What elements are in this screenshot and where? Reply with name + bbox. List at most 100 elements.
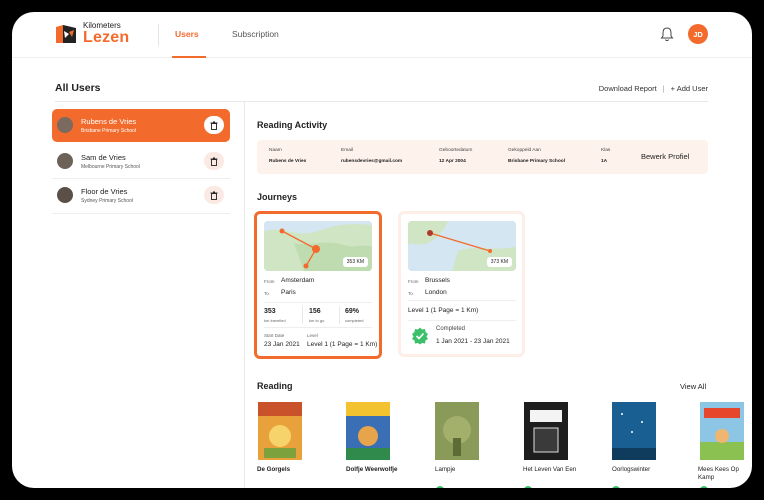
trash-icon xyxy=(210,191,218,200)
level-label: Level xyxy=(307,333,318,338)
field-label: Geboortedatum xyxy=(439,148,473,153)
book-cover[interactable] xyxy=(524,402,568,460)
field-value: 12 Apr 2004 xyxy=(439,159,466,164)
route-map: 373 KM xyxy=(408,221,516,271)
book-illustration xyxy=(524,402,568,460)
distance-badge: 353 KM xyxy=(342,257,368,267)
stat-value: 353 xyxy=(264,308,276,315)
active-tab-indicator xyxy=(172,56,206,58)
level-value: Level 1 (1 Page = 1 Km) xyxy=(408,307,479,314)
book-cover[interactable] xyxy=(435,402,479,460)
book-illustration xyxy=(346,402,390,460)
user-photo xyxy=(57,187,73,203)
field-value: Brisbane Primary School xyxy=(508,159,566,164)
logo[interactable]: Kilometers Lezen xyxy=(55,22,129,46)
book-illustration xyxy=(435,402,479,460)
book-illustration xyxy=(612,402,656,460)
user-photo xyxy=(57,117,73,133)
journey-card[interactable]: 353 KM From Amsterdam To Paris 353 km tr… xyxy=(254,211,382,359)
user-photo xyxy=(57,153,73,169)
from-city: Brussels xyxy=(425,277,450,284)
to-label: To xyxy=(264,291,269,296)
card-divider xyxy=(408,320,516,321)
profile-field: Naam Rubens de Vries xyxy=(269,148,306,164)
stat-label: completed xyxy=(345,318,364,323)
start-date-label: Start Date xyxy=(264,333,285,338)
user-list-item[interactable]: Floor de Vries Sydney Primary School xyxy=(52,179,230,212)
trash-icon xyxy=(210,121,218,130)
user-name: Rubens de Vries xyxy=(81,117,137,126)
delete-user-button[interactable] xyxy=(204,186,224,204)
add-user-link[interactable]: + Add User xyxy=(671,84,708,93)
date-range: 1 Jan 2021 - 23 Jan 2021 xyxy=(436,338,510,345)
profile-field: Email rubensdevries@gmail.com xyxy=(341,148,402,164)
profile-field: Gekoppeld Aan Brisbane Primary School xyxy=(508,148,565,164)
stat-value: 156 xyxy=(309,308,321,315)
nav-subscription[interactable]: Subscription xyxy=(232,29,279,39)
read-status-dot xyxy=(612,486,620,488)
book-cover[interactable] xyxy=(700,402,744,460)
distance-badge: 373 KM xyxy=(486,257,512,267)
logo-mark-icon xyxy=(56,25,76,43)
download-report-link[interactable]: Download Report xyxy=(599,84,657,93)
book-cover[interactable] xyxy=(346,402,390,460)
card-divider xyxy=(408,300,516,301)
header-actions: Download Report | + Add User xyxy=(599,84,708,93)
book-title: Dolfje Weerwolfje xyxy=(346,466,398,473)
stat-divider xyxy=(339,306,340,324)
book-title: Het Leven Van Een xyxy=(523,466,577,473)
to-city: Paris xyxy=(281,289,296,296)
card-divider xyxy=(264,302,372,303)
user-list-item[interactable]: Sam de Vries Melbourne Primary School xyxy=(52,145,230,178)
field-label: Naam xyxy=(269,148,282,153)
list-divider xyxy=(52,213,230,214)
to-city: London xyxy=(425,289,447,296)
trash-icon xyxy=(210,157,218,166)
from-city: Amsterdam xyxy=(281,277,315,284)
from-label: From xyxy=(264,279,275,284)
stat-value: 69% xyxy=(345,308,360,315)
nav-users[interactable]: Users xyxy=(175,29,199,39)
user-name: Floor de Vries xyxy=(81,187,128,196)
delete-user-button[interactable] xyxy=(204,152,224,170)
user-list-item[interactable]: Rubens de Vries Brisbane Primary School xyxy=(52,109,230,142)
delete-user-button[interactable] xyxy=(204,116,224,134)
actions-separator: | xyxy=(662,84,665,93)
app-window: Kilometers Lezen Users Subscription JD A… xyxy=(12,12,752,488)
profile-summary: Naam Rubens de Vries Email rubensdevries… xyxy=(257,140,708,174)
field-value: 1A xyxy=(601,159,608,164)
reading-title: Reading xyxy=(257,381,293,391)
bell-icon[interactable] xyxy=(660,26,674,42)
avatar[interactable]: JD xyxy=(688,24,708,44)
reading-activity-title: Reading Activity xyxy=(257,120,328,130)
divider xyxy=(158,24,159,46)
field-value: Rubens de Vries xyxy=(269,159,307,164)
book-cover[interactable] xyxy=(612,402,656,460)
logo-big-text: Lezen xyxy=(83,29,130,46)
profile-field: Geboortedatum 12 Apr 2004 xyxy=(439,148,472,164)
user-school: Melbourne Primary School xyxy=(81,164,140,170)
profile-field: Klas 1A xyxy=(601,148,610,164)
book-title: Mees Kees Op Kamp xyxy=(698,466,739,481)
header-divider xyxy=(55,101,708,102)
field-label: Gekoppeld Aan xyxy=(508,148,541,153)
book-title: Lampje xyxy=(435,466,456,473)
book-illustration xyxy=(258,402,302,458)
status-text: Completed xyxy=(436,326,466,332)
journey-card[interactable]: 373 KM From Brussels To London Level 1 (… xyxy=(398,211,525,357)
book-title: Oorlogswinter xyxy=(612,466,651,473)
book-cover[interactable] xyxy=(258,402,302,460)
level-value: Level 1 (1 Page = 1 Km) xyxy=(307,341,378,348)
start-date: 23 Jan 2021 xyxy=(264,341,300,348)
field-value: rubensdevries@gmail.com xyxy=(341,159,403,164)
to-label: To xyxy=(408,291,413,296)
view-all-link[interactable]: View All xyxy=(680,382,706,391)
card-divider xyxy=(264,327,372,328)
field-label: Email xyxy=(341,148,353,153)
edit-profile-button[interactable]: Bewerk Profiel xyxy=(641,152,689,161)
field-label: Klas xyxy=(601,148,611,153)
book-illustration xyxy=(700,402,744,460)
top-bar: Kilometers Lezen Users Subscription JD xyxy=(12,12,752,58)
book-title: De Gorgels xyxy=(257,466,291,473)
user-school: Sydney Primary School xyxy=(81,198,133,204)
